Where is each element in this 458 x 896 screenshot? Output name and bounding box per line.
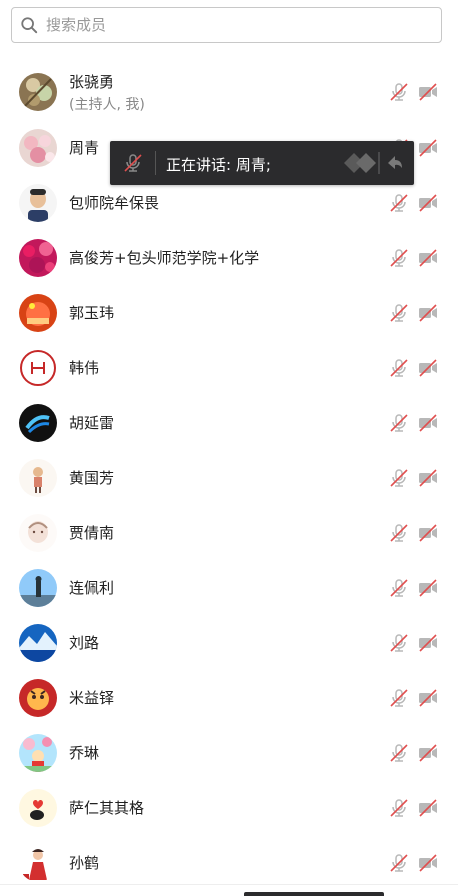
mic-muted-icon[interactable] [388,357,410,379]
search-input[interactable] [44,15,428,35]
camera-off-icon[interactable] [417,412,439,434]
camera-off-icon[interactable] [417,81,439,103]
bottom-toolbar-edge [244,892,384,896]
avatar [19,183,57,222]
divider [155,151,156,175]
member-name: 乔琳 [69,744,100,762]
member-list: 张骁勇 (主持人, 我) 周青 包师院牟保畏 高俊芳+包头师范学院+化学 郭玉玮… [0,64,458,890]
member-name: 韩伟 [69,359,100,377]
member-name: 连佩利 [69,579,115,597]
member-role: (主持人, 我) [69,96,145,113]
member-name: 萨仁其其格 [69,799,145,817]
member-name: 周青 [69,139,100,157]
member-row[interactable]: 胡延雷 [0,395,458,450]
mic-muted-icon[interactable] [388,852,410,874]
member-row[interactable]: 萨仁其其格 [0,780,458,835]
avatar [19,843,57,882]
mic-muted-icon[interactable] [388,797,410,819]
avatar [19,733,57,772]
avatar [19,348,57,387]
avatar [19,788,57,827]
avatar [19,678,57,717]
drag-handle-icon[interactable] [342,149,406,177]
member-row[interactable]: 郭玉玮 [0,285,458,340]
member-name: 张骁勇 [69,72,115,91]
mic-muted-icon[interactable] [388,742,410,764]
mic-muted-icon[interactable] [388,192,410,214]
member-name: 米益铎 [69,689,115,707]
divider [0,884,458,885]
camera-off-icon[interactable] [417,137,439,159]
member-name: 高俊芳+包头师范学院+化学 [69,249,260,267]
member-row[interactable]: 刘路 [0,615,458,670]
avatar [19,293,57,332]
mic-muted-icon[interactable] [388,247,410,269]
mic-muted-icon[interactable] [388,522,410,544]
avatar [19,623,57,662]
camera-off-icon[interactable] [417,577,439,599]
mic-muted-icon[interactable] [388,302,410,324]
mic-muted-icon[interactable] [388,687,410,709]
avatar [19,403,57,442]
member-name: 刘路 [69,634,100,652]
camera-off-icon[interactable] [417,357,439,379]
camera-off-icon[interactable] [417,247,439,269]
camera-off-icon[interactable] [417,467,439,489]
camera-off-icon[interactable] [417,522,439,544]
mic-muted-icon [122,152,144,174]
speaking-indicator: 正在讲话: 周青; [110,141,414,185]
mic-muted-icon[interactable] [388,632,410,654]
member-name: 郭玉玮 [69,304,115,322]
member-row[interactable]: 韩伟 [0,340,458,395]
camera-off-icon[interactable] [417,797,439,819]
camera-off-icon[interactable] [417,192,439,214]
member-name: 孙鹤 [69,854,100,872]
avatar [19,568,57,607]
mic-muted-icon[interactable] [388,81,410,103]
member-name: 胡延雷 [69,414,115,432]
member-row[interactable]: 张骁勇 (主持人, 我) [0,64,458,120]
search-icon [21,17,38,34]
camera-off-icon[interactable] [417,852,439,874]
avatar [19,513,57,552]
avatar [19,458,57,497]
camera-off-icon[interactable] [417,742,439,764]
member-name: 包师院牟保畏 [69,194,160,212]
member-row[interactable]: 贾倩南 [0,505,458,560]
camera-off-icon[interactable] [417,302,439,324]
avatar [19,128,57,167]
member-name: 贾倩南 [69,524,115,542]
mic-muted-icon[interactable] [388,577,410,599]
member-row[interactable]: 米益铎 [0,670,458,725]
member-row[interactable]: 孙鹤 [0,835,458,890]
avatar [19,73,57,111]
member-row[interactable]: 黄国芳 [0,450,458,505]
member-row[interactable]: 高俊芳+包头师范学院+化学 [0,230,458,285]
member-name: 黄国芳 [69,469,115,487]
camera-off-icon[interactable] [417,687,439,709]
speaking-text: 正在讲话: 周青; [166,156,271,174]
member-row[interactable]: 连佩利 [0,560,458,615]
mic-muted-icon[interactable] [388,412,410,434]
member-row[interactable]: 乔琳 [0,725,458,780]
camera-off-icon[interactable] [417,632,439,654]
mic-muted-icon[interactable] [388,467,410,489]
avatar [19,238,57,277]
search-box[interactable] [11,7,442,43]
